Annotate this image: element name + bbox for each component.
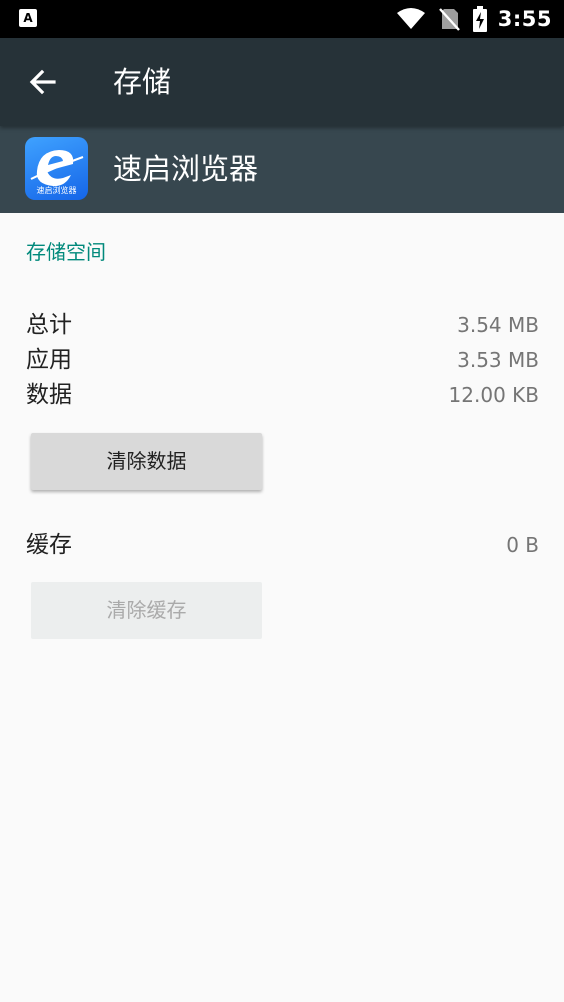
row-value: 12.00 KB xyxy=(448,383,539,407)
clear-data-button[interactable]: 清除数据 xyxy=(31,433,262,490)
row-value: 0 B xyxy=(506,533,539,557)
browser-app-icon: 速启浏览器 xyxy=(25,137,88,200)
battery-charging-icon xyxy=(472,6,487,32)
no-sim-icon xyxy=(438,8,460,31)
storage-row-app: 应用 3.53 MB xyxy=(26,343,539,377)
notification-icon: A xyxy=(19,9,37,27)
storage-row-cache: 缓存 0 B xyxy=(26,528,539,562)
status-time: 3:55 xyxy=(497,7,552,31)
storage-row-data: 数据 12.00 KB xyxy=(26,378,539,412)
storage-section-title: 存储空间 xyxy=(26,240,106,264)
app-header: 速启浏览器 速启浏览器 xyxy=(0,126,564,213)
wifi-icon xyxy=(396,8,425,29)
back-arrow-icon[interactable] xyxy=(26,65,60,99)
status-icons: 3:55 xyxy=(396,0,552,38)
app-name: 速启浏览器 xyxy=(113,152,259,186)
row-value: 3.53 MB xyxy=(457,348,539,372)
row-label: 数据 xyxy=(26,382,72,408)
row-label: 总计 xyxy=(26,312,72,338)
row-label: 应用 xyxy=(26,347,72,373)
clear-cache-button[interactable]: 清除缓存 xyxy=(31,582,262,639)
row-value: 3.54 MB xyxy=(457,313,539,337)
status-bar: A 3:55 xyxy=(0,0,564,38)
app-icon-caption: 速启浏览器 xyxy=(36,186,77,195)
row-label: 缓存 xyxy=(26,532,72,558)
page-title: 存储 xyxy=(113,65,172,99)
storage-row-total: 总计 3.54 MB xyxy=(26,308,539,342)
toolbar: 存储 xyxy=(0,38,564,126)
